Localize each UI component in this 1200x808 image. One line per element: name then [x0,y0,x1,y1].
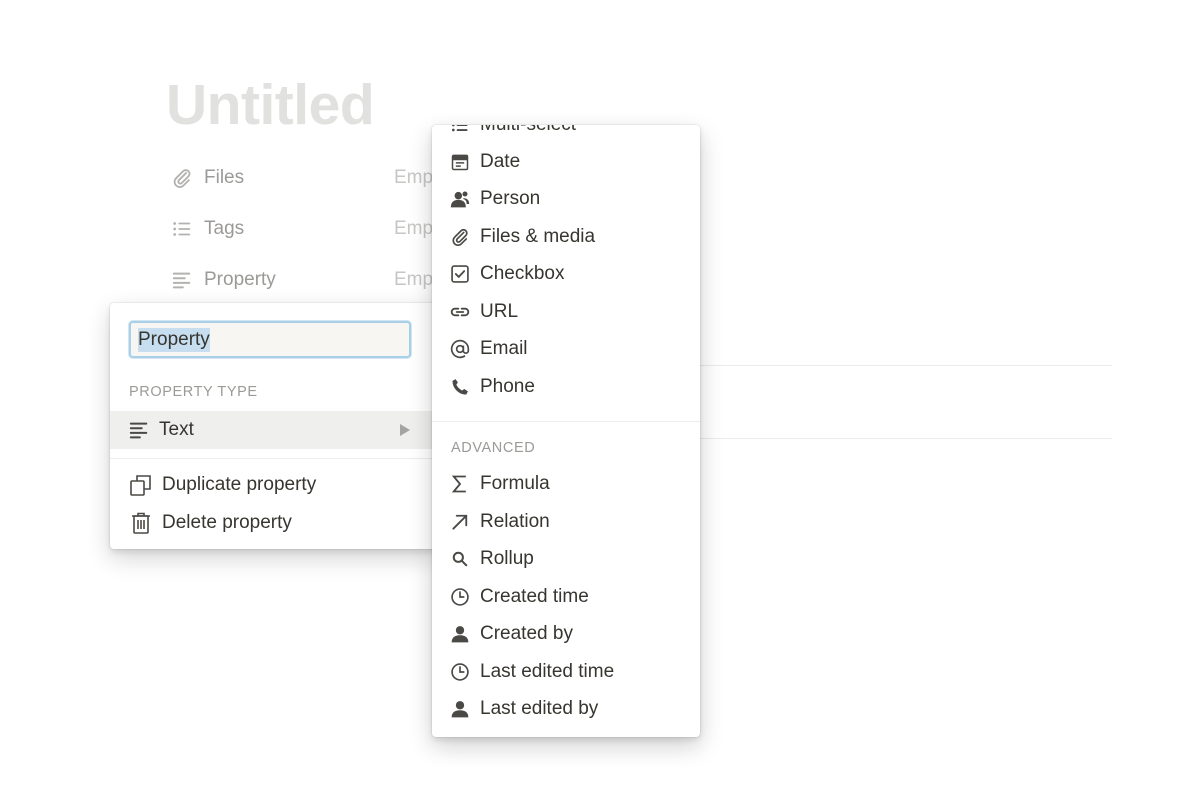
type-option-multi-select[interactable]: Multi-select [449,125,576,142]
type-option-label: Last edited time [480,661,615,682]
type-option-label: Checkbox [480,263,565,284]
content-divider [700,438,1112,439]
user-icon [449,623,471,645]
link-icon [449,301,471,323]
type-option-label: Files & media [480,226,596,247]
page-title[interactable]: Untitled [166,72,375,138]
type-option-label: Created by [480,623,573,644]
clock-icon [449,661,471,683]
section-label-property-type: PROPERTY TYPE [129,384,258,400]
type-option-label: URL [480,301,519,322]
type-option-formula[interactable]: Formula [449,467,550,501]
action-label: Delete property [162,512,292,533]
type-option-url[interactable]: URL [449,295,518,329]
type-option-last-edited-by[interactable]: Last edited by [449,692,598,726]
type-option-created-by[interactable]: Created by [449,617,573,651]
list-icon [449,125,471,136]
type-option-phone[interactable]: Phone [449,370,535,404]
type-option-files-media[interactable]: Files & media [449,220,595,254]
type-option-label: Rollup [480,548,534,569]
duplicate-icon [128,472,154,498]
type-option-label: Date [480,151,521,172]
property-value[interactable]: Emp [394,269,433,291]
checkbox-icon [449,263,471,285]
paperclip-icon [449,226,471,248]
delete-property-button[interactable]: Delete property [128,508,292,538]
type-option-email[interactable]: Email [449,332,528,366]
selected-type-label: Text [159,419,194,440]
type-option-label: Multi-select [480,125,576,136]
property-edit-menu: Property PROPERTY TYPE Text Duplicate pr… [110,303,440,549]
type-option-label: Person [480,188,541,209]
calendar-icon [449,151,471,173]
duplicate-property-button[interactable]: Duplicate property [128,470,316,500]
action-label: Duplicate property [162,474,317,495]
type-option-label: Phone [480,376,535,397]
property-type-menu: Multi-select Date Person Files & media C… [432,125,700,737]
arrow-up-right-icon [449,511,471,533]
property-name: Tags [204,218,245,239]
property-type-selector[interactable]: Text [110,411,440,449]
property-row-tags[interactable]: Tags Emp [170,214,440,244]
search-icon [449,548,471,570]
property-row-property[interactable]: Property Emp [170,265,440,295]
type-option-label: Created time [480,586,589,607]
type-option-date[interactable]: Date [449,145,520,179]
trash-icon [128,510,154,536]
property-value[interactable]: Emp [394,167,433,189]
sigma-icon [449,473,471,495]
user-icon [449,698,471,720]
type-option-last-edited-time[interactable]: Last edited time [449,655,614,689]
person-icon [449,188,471,210]
type-option-label: Formula [480,473,550,494]
type-option-label: Relation [480,511,550,532]
type-option-label: Last edited by [480,698,599,719]
list-icon [170,217,194,241]
type-option-person[interactable]: Person [449,182,540,216]
phone-icon [449,376,471,398]
property-name-input[interactable]: Property [129,321,411,358]
property-name: Property [204,269,276,290]
type-option-checkbox[interactable]: Checkbox [449,257,565,291]
property-value[interactable]: Emp [394,218,433,240]
section-label-advanced: ADVANCED [451,440,536,456]
type-option-relation[interactable]: Relation [449,505,550,539]
menu-divider [110,458,440,459]
clock-icon [449,586,471,608]
paperclip-icon [170,166,194,190]
text-lines-icon [170,268,194,292]
at-icon [449,338,471,360]
selected-text: Property [138,327,210,352]
property-row-files[interactable]: Files Emp [170,163,440,193]
type-option-label: Email [480,338,528,359]
content-divider [700,365,1112,366]
type-option-created-time[interactable]: Created time [449,580,589,614]
type-option-rollup[interactable]: Rollup [449,542,534,576]
chevron-right-icon [398,423,412,437]
menu-divider [432,421,700,422]
text-lines-icon [128,419,150,441]
property-name: Files [204,167,245,188]
